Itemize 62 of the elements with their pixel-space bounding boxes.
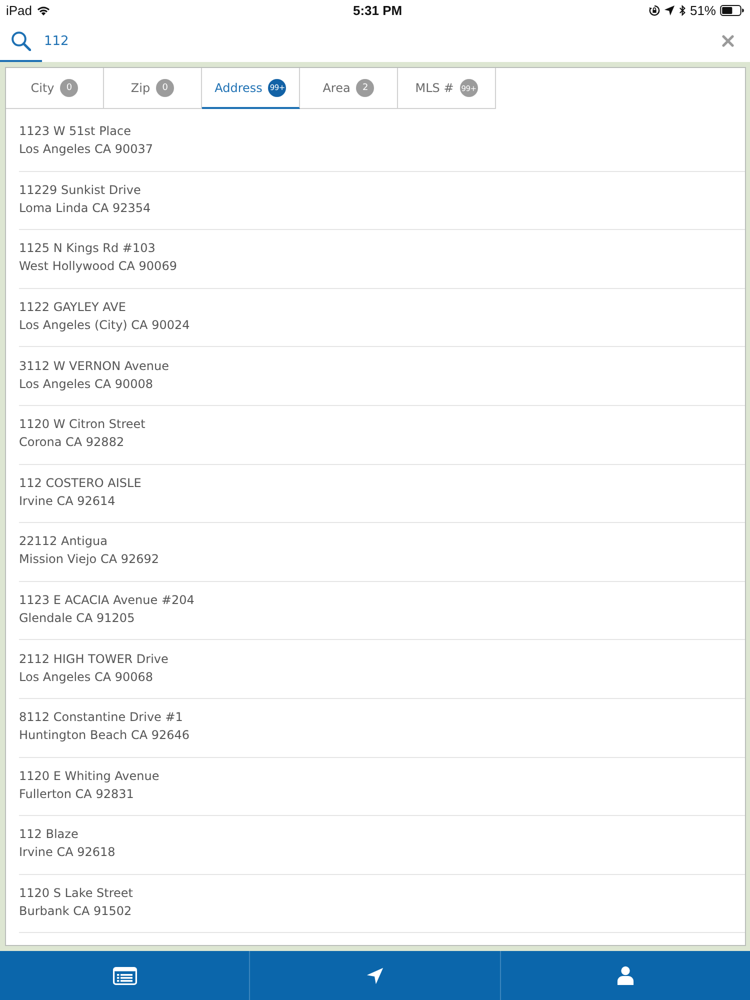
- street-address: 1123 W 51st Place: [19, 123, 131, 140]
- battery-icon: [720, 4, 744, 16]
- address-result-item[interactable]: 112 COSTERO AISLE Irvine CA 92614: [19, 464, 745, 524]
- street-address: 22112 Antigua: [19, 533, 108, 550]
- orientation-lock-icon: [648, 4, 660, 16]
- wifi-icon: [36, 4, 52, 16]
- category-tab[interactable]: Zip 0: [104, 68, 202, 109]
- city-state-zip: Mission Viejo CA 92692: [19, 551, 160, 568]
- search-icon[interactable]: [11, 31, 31, 51]
- count-badge: 0: [156, 79, 174, 97]
- street-address: 1120 W Citron Street: [19, 416, 146, 434]
- count-badge: 2: [356, 79, 374, 97]
- street-address: 1120 E Whiting Avenue: [19, 768, 160, 785]
- address-result-item[interactable]: 1122 GAYLEY AVE Los Angeles (City) CA 90024: [19, 288, 745, 348]
- street-address: 2112 HIGH TOWER Drive: [19, 650, 168, 668]
- street-address: 112 COSTERO AISLE: [19, 474, 142, 492]
- city-state-zip: Corona CA 92882: [19, 434, 124, 452]
- person-icon: [616, 966, 634, 985]
- category-tab[interactable]: City 0: [6, 68, 104, 109]
- city-state-zip: Fullerton CA 92831: [19, 786, 134, 803]
- address-result-item[interactable]: 1120 S Lake Street Burbank CA 91502: [19, 874, 745, 934]
- list-card-icon: [112, 966, 137, 984]
- city-state-zip: Los Angeles CA 90068: [19, 668, 154, 686]
- category-tab[interactable]: Area 2: [300, 68, 398, 109]
- street-address: 112 Blaze: [19, 826, 78, 844]
- city-state-zip: West Hollywood CA 90069: [19, 258, 177, 276]
- address-result-item[interactable]: 112 Blaze Irvine CA 92618: [19, 816, 745, 875]
- city-state-zip: Burbank CA 91502: [19, 903, 132, 920]
- city-state-zip: Loma Linda CA 92354: [19, 200, 151, 217]
- street-address: 1125 N Kings Rd #103: [19, 240, 156, 258]
- clock-time: 5:31 PM: [353, 3, 402, 18]
- search-field[interactable]: 112: [42, 29, 715, 53]
- city-state-zip: Los Angeles CA 90037: [19, 141, 154, 158]
- close-icon: [722, 35, 734, 47]
- device-name: iPad: [6, 2, 32, 18]
- city-state-zip: Glendale CA 91205: [19, 610, 135, 628]
- address-result-item[interactable]: 1123 E ACACIA Avenue #204 Glendale CA 91205: [19, 582, 745, 640]
- address-result-item[interactable]: 1125 N Kings Rd #103 West Hollywood CA 90069: [19, 230, 745, 289]
- address-result-item[interactable]: 1123 W 51st Place Los Angeles CA 90037: [19, 113, 745, 172]
- address-result-item[interactable]: 8112 Constantine Drive #1 Huntington Beach CA 92646: [19, 698, 745, 758]
- location-arrow-icon: [664, 4, 675, 16]
- bluetooth-icon: [678, 4, 686, 16]
- address-result-item[interactable]: 2112 HIGH TOWER Drive Los Angeles CA 90068: [19, 640, 745, 699]
- address-result-item[interactable]: 11229 Sunkist Drive Loma Linda CA 92354: [19, 172, 745, 230]
- address-result-item[interactable]: 3112 W VERNON Avenue Los Angeles CA 90008: [19, 347, 745, 406]
- city-state-zip: Irvine CA 92614: [19, 492, 116, 510]
- location-arrow-icon: [366, 966, 384, 984]
- city-state-zip: Los Angeles (City) CA 90024: [19, 317, 190, 334]
- street-address: 1123 E ACACIA Avenue #204: [19, 592, 194, 610]
- address-result-item[interactable]: 1120 E Whiting Avenue Fullerton CA 92831: [19, 758, 745, 816]
- address-result-item[interactable]: 22112 Antigua Mission Viejo CA 92692: [19, 523, 745, 582]
- city-state-zip: Los Angeles CA 90008: [19, 376, 154, 393]
- battery-percentage: 51%: [690, 2, 716, 18]
- count-badge: 0: [60, 79, 78, 97]
- address-result-item[interactable]: 1120 W Citron Street Corona CA 92882: [19, 406, 745, 465]
- street-address: 8112 Constantine Drive #1: [19, 709, 183, 726]
- street-address: 3112 W VERNON Avenue: [19, 358, 169, 375]
- city-state-zip: Irvine CA 92618: [19, 844, 116, 862]
- city-state-zip: Huntington Beach CA 92646: [19, 727, 190, 744]
- street-address: 1120 S Lake Street: [19, 885, 134, 902]
- street-address: 1122 GAYLEY AVE: [19, 299, 126, 316]
- street-address: 11229 Sunkist Drive: [19, 182, 141, 199]
